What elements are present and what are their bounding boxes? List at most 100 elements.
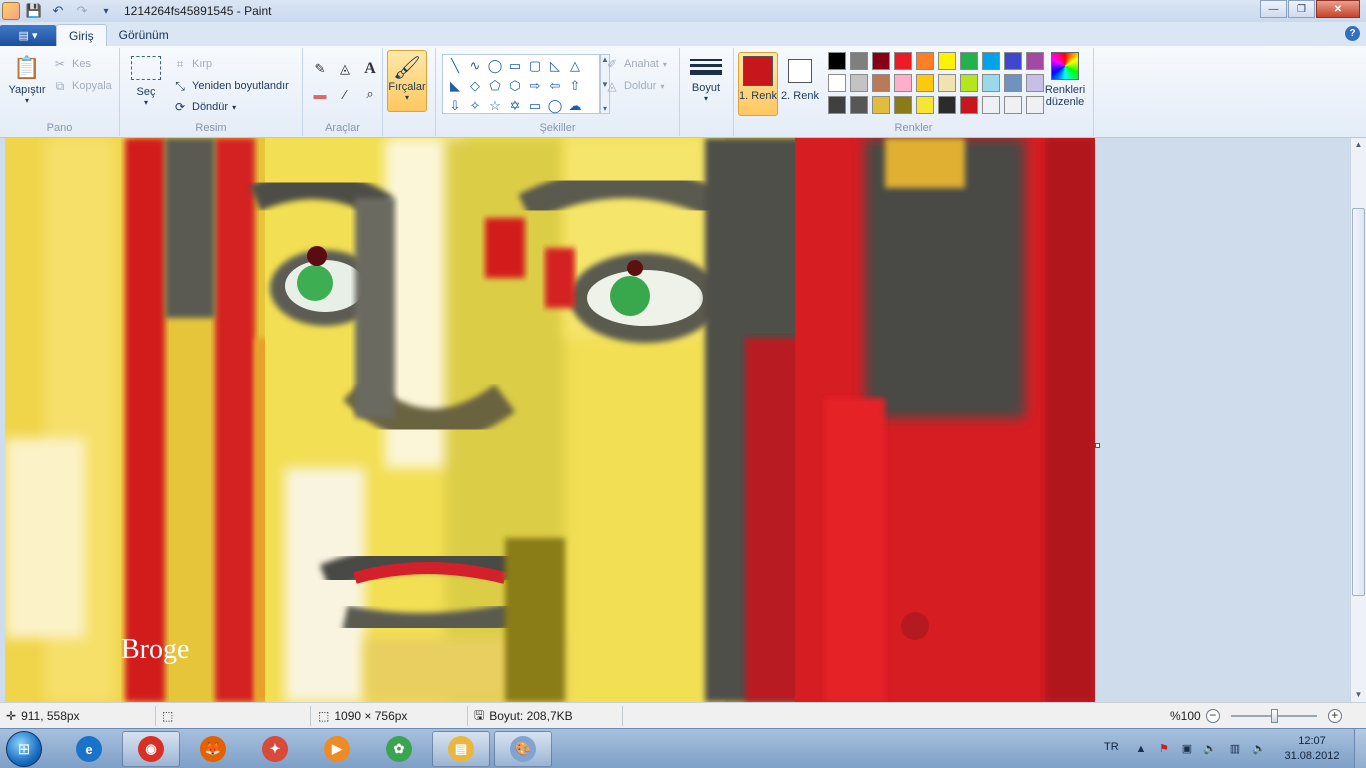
color1-button[interactable]: 1. Renk — [738, 52, 778, 116]
palette-color-swatch[interactable] — [916, 74, 934, 92]
shape-item[interactable]: ☆ — [485, 96, 505, 116]
outline-button[interactable]: ✐ Anahat ▾ — [604, 56, 667, 72]
taskbar-messenger[interactable]: ✿ — [370, 731, 428, 767]
fill-bucket-icon[interactable]: ◬ — [334, 58, 356, 80]
size-button[interactable]: Boyut ▾ — [688, 52, 724, 103]
clock[interactable]: 12:07 31.08.2012 — [1280, 734, 1344, 764]
copy-button[interactable]: ⧉ Kopyala — [52, 78, 112, 94]
shape-item[interactable]: ⇩ — [445, 96, 465, 116]
zoom-out-button[interactable]: − — [1205, 709, 1220, 723]
shape-item[interactable]: ✡ — [505, 96, 525, 116]
shape-item[interactable]: ⬡ — [505, 76, 525, 96]
palette-color-swatch[interactable] — [894, 74, 912, 92]
canvas-resize-handle[interactable] — [1095, 443, 1100, 448]
paint-app-icon[interactable] — [2, 2, 20, 20]
shape-item[interactable]: ⇧ — [565, 76, 585, 96]
vertical-scrollbar[interactable]: ▲ ▼ — [1350, 138, 1366, 702]
usb-device-icon[interactable]: ▣ — [1180, 742, 1194, 756]
eraser-icon[interactable]: ▬ — [309, 83, 331, 105]
taskbar-paint[interactable]: 🎨 — [494, 731, 552, 767]
palette-color-swatch[interactable] — [1004, 74, 1022, 92]
crop-button[interactable]: ⌗ Kırp — [172, 56, 213, 72]
scroll-down-arrow-icon[interactable]: ▼ — [1351, 688, 1366, 702]
language-indicator[interactable]: TR — [1104, 741, 1119, 753]
resize-button[interactable]: ⤡ Yeniden boyutlandır — [172, 78, 289, 94]
palette-color-swatch[interactable] — [872, 52, 890, 70]
palette-color-swatch[interactable] — [1004, 96, 1022, 114]
tray-expand-icon[interactable]: ▲ — [1134, 742, 1148, 756]
shape-item[interactable]: ⬠ — [485, 76, 505, 96]
shape-item[interactable]: ☁ — [565, 96, 585, 116]
palette-color-swatch[interactable] — [916, 96, 934, 114]
volume-icon[interactable]: 🔉 — [1252, 742, 1266, 756]
shape-item[interactable]: ⇦ — [545, 76, 565, 96]
shape-item[interactable]: ∿ — [465, 56, 485, 76]
palette-color-swatch[interactable] — [916, 52, 934, 70]
palette-color-swatch[interactable] — [960, 96, 978, 114]
palette-color-swatch[interactable] — [872, 96, 890, 114]
gallery-expand-icon[interactable]: ▾ — [603, 104, 607, 113]
paste-button[interactable]: 📋 Yapıştır ▾ — [6, 52, 48, 105]
palette-color-swatch[interactable] — [850, 96, 868, 114]
palette-color-swatch[interactable] — [828, 74, 846, 92]
taskbar-explorer[interactable]: ▤ — [432, 731, 490, 767]
network-error-icon[interactable]: ⚑ — [1157, 742, 1171, 756]
taskbar-chrome[interactable]: ◉ — [122, 731, 180, 767]
painting-canvas[interactable]: Broge — [5, 138, 1095, 702]
shape-item[interactable]: ◯ — [485, 56, 505, 76]
shape-item[interactable]: ▢ — [525, 56, 545, 76]
minimize-button[interactable]: — — [1260, 0, 1287, 18]
palette-color-swatch[interactable] — [828, 52, 846, 70]
select-button[interactable]: Seç ▾ — [128, 56, 164, 107]
tab-view[interactable]: Görünüm — [107, 24, 181, 46]
zoom-slider[interactable] — [1230, 709, 1317, 723]
fill-button[interactable]: ◬ Doldur ▾ — [604, 78, 664, 94]
magnifier-icon[interactable]: ⌕ — [359, 83, 381, 105]
palette-color-swatch[interactable] — [828, 96, 846, 114]
shape-item[interactable]: ◯ — [545, 96, 565, 116]
color2-button[interactable]: 2. Renk — [780, 52, 820, 116]
scroll-thumb[interactable] — [1352, 208, 1365, 596]
palette-color-swatch[interactable] — [1004, 52, 1022, 70]
show-desktop-button[interactable] — [1354, 729, 1366, 768]
scroll-up-arrow-icon[interactable]: ▲ — [1351, 138, 1366, 152]
palette-color-swatch[interactable] — [850, 52, 868, 70]
shape-item[interactable]: ◇ — [465, 76, 485, 96]
tab-home[interactable]: Giriş — [56, 24, 107, 46]
palette-color-swatch[interactable] — [894, 96, 912, 114]
shape-item[interactable]: ◣ — [445, 76, 465, 96]
text-tool-icon[interactable]: A — [359, 58, 381, 80]
network-icon[interactable]: ▥ — [1228, 742, 1242, 756]
palette-color-swatch[interactable] — [982, 52, 1000, 70]
taskbar-paint-tool[interactable]: ✦ — [246, 731, 304, 767]
palette-color-swatch[interactable] — [894, 52, 912, 70]
zoom-slider-thumb[interactable] — [1270, 709, 1278, 723]
maximize-button[interactable]: ❐ — [1288, 0, 1315, 18]
shape-item[interactable]: ◺ — [545, 56, 565, 76]
taskbar-firefox[interactable]: 🦊 — [184, 731, 242, 767]
palette-color-swatch[interactable] — [960, 74, 978, 92]
qat-dropdown-icon[interactable]: ▾ — [96, 1, 116, 21]
taskbar-internet-explorer[interactable]: e — [60, 731, 118, 767]
palette-color-swatch[interactable] — [938, 52, 956, 70]
brushes-button[interactable]: 🖌 Fırçalar ▾ — [387, 50, 427, 112]
shape-item[interactable]: ✧ — [465, 96, 485, 116]
shape-item[interactable]: ⇨ — [525, 76, 545, 96]
rotate-button[interactable]: ⟳ Döndür ▾ — [172, 99, 236, 115]
palette-color-swatch[interactable] — [982, 96, 1000, 114]
undo-icon[interactable]: ↶ — [48, 1, 68, 21]
start-button[interactable]: ⊞ — [6, 731, 42, 767]
shape-item[interactable]: ╲ — [445, 56, 465, 76]
taskbar-media-player[interactable]: ▶ — [308, 731, 366, 767]
edit-colors-button[interactable]: Renkleri düzenle — [1040, 52, 1090, 108]
color-picker-icon[interactable]: ⁄ — [334, 83, 356, 105]
cut-button[interactable]: ✂ Kes — [52, 56, 91, 72]
palette-color-swatch[interactable] — [938, 96, 956, 114]
palette-color-swatch[interactable] — [960, 52, 978, 70]
shape-item[interactable]: ▭ — [505, 56, 525, 76]
paint-menu-button[interactable]: ▤ ▾ — [0, 25, 56, 46]
speaker-icon[interactable]: 🔈 — [1203, 742, 1217, 756]
shape-item[interactable]: ▭ — [525, 96, 545, 116]
pencil-icon[interactable]: ✎ — [309, 58, 331, 80]
help-icon[interactable]: ? — [1345, 26, 1360, 41]
